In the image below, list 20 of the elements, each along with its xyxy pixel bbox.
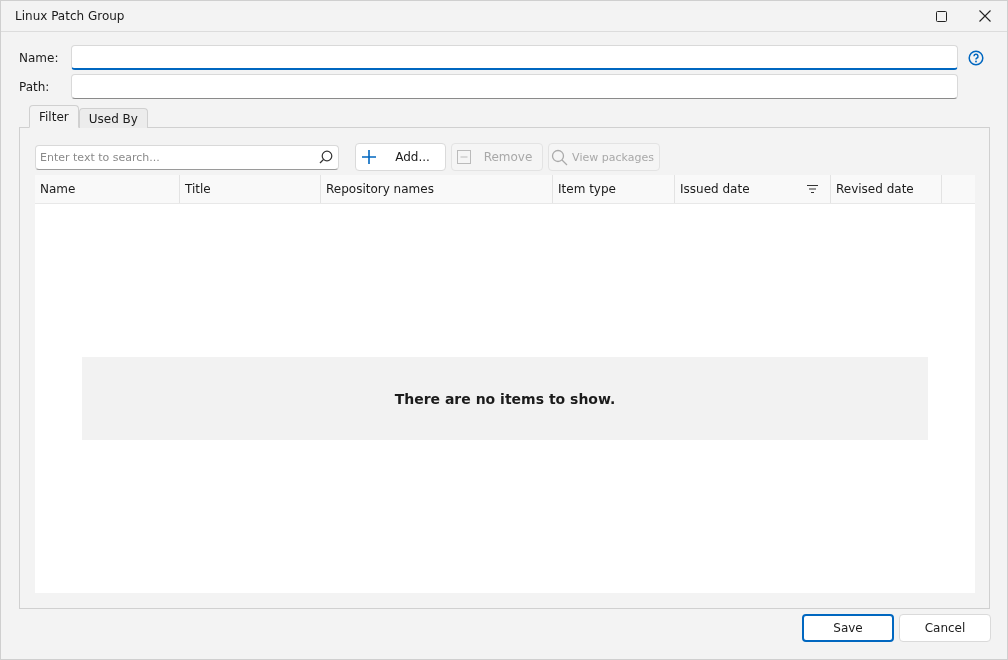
search-field[interactable]: Enter text to search... <box>35 144 339 170</box>
add-button[interactable]: Add... <box>355 143 446 171</box>
help-icon[interactable] <box>968 49 984 66</box>
maximize-icon <box>935 10 947 22</box>
window-title: Linux Patch Group <box>15 9 126 23</box>
search-icon <box>319 149 333 164</box>
text-field[interactable] <box>71 74 958 99</box>
dialog-button[interactable]: Save <box>802 614 894 642</box>
text-field[interactable] <box>71 45 958 70</box>
field-label: Path: <box>19 79 51 94</box>
magnifier-icon <box>551 148 568 166</box>
tab[interactable]: Used By <box>78 108 148 128</box>
empty-message: There are no items to show. <box>394 390 616 407</box>
close-icon <box>979 10 991 22</box>
field-label: Name: <box>19 50 60 65</box>
dialog-button[interactable]: Cancel <box>899 614 991 642</box>
plus-icon <box>361 149 377 165</box>
minus-box-icon <box>457 150 471 164</box>
tab[interactable]: Filter <box>29 105 79 128</box>
filter-icon <box>807 185 818 193</box>
